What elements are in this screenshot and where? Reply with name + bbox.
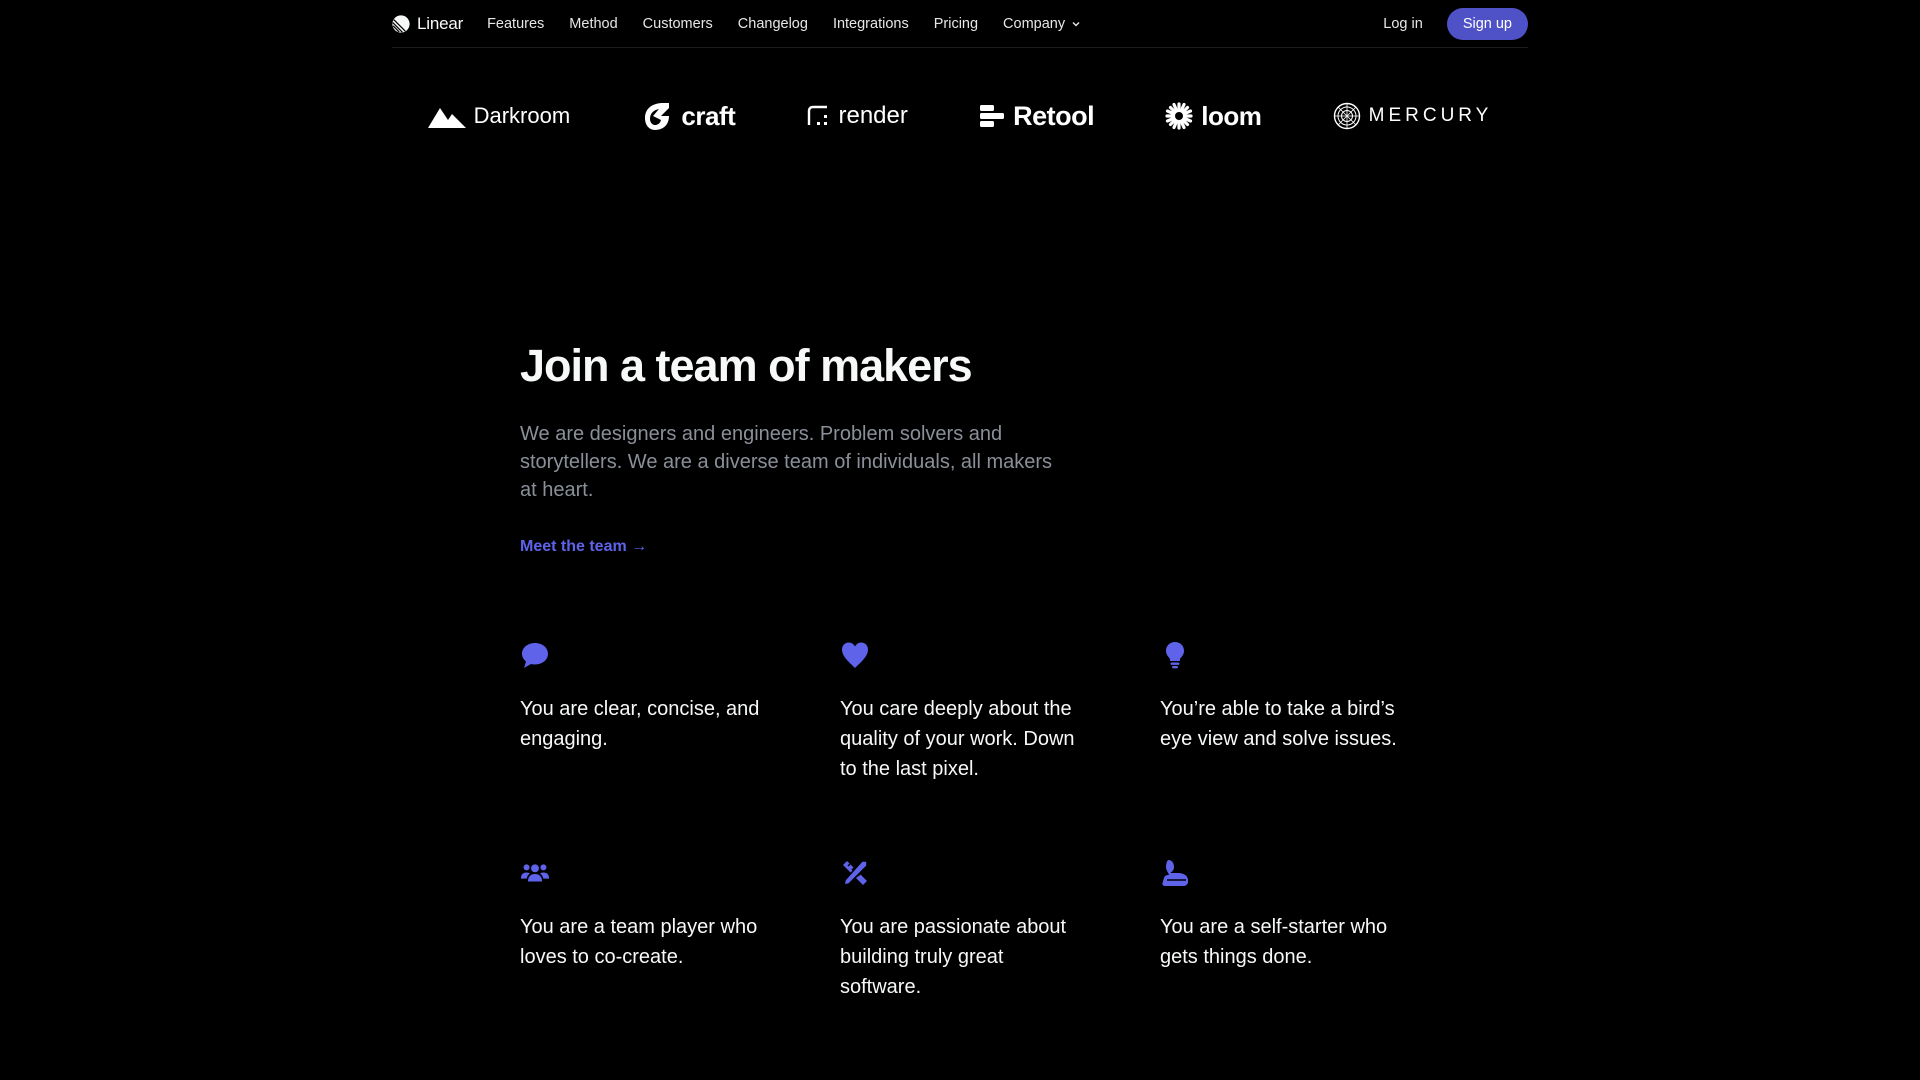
logo-loom: loom [1165, 100, 1262, 132]
nav-link-customers[interactable]: Customers [643, 16, 713, 32]
logo-darkroom: Darkroom [427, 103, 571, 129]
top-nav: Linear Features Method Customers Changel… [392, 0, 1528, 48]
self-starter-icon [1160, 858, 1190, 888]
logo-mercury: MERCURY [1333, 102, 1493, 130]
brand-name: Linear [417, 13, 464, 33]
value-item: You are clear, concise, and engaging. [520, 640, 780, 754]
section-description: We are designers and engineers. Problem … [520, 423, 1053, 501]
heart-icon [840, 640, 870, 670]
value-item: You are a self-starter who gets things d… [1160, 858, 1420, 972]
retool-icon [980, 105, 1005, 127]
nav-link-pricing[interactable]: Pricing [934, 16, 978, 32]
login-link[interactable]: Log in [1383, 16, 1423, 32]
nav-link-features[interactable]: Features [487, 16, 544, 32]
mercury-icon [1333, 102, 1360, 130]
logo-loom-name: loom [1201, 100, 1262, 131]
nav-link-integrations[interactable]: Integrations [833, 16, 909, 32]
nav-links: Features Method Customers Changelog Inte… [487, 16, 1081, 32]
value-item: You are passionate about building truly … [840, 858, 1100, 1002]
logo-darkroom-name: Darkroom [473, 103, 571, 128]
logo-render: render [806, 102, 908, 130]
value-text: You are passionate about building truly … [840, 916, 1067, 998]
nav-link-method[interactable]: Method [569, 16, 617, 32]
team-icon [520, 858, 550, 888]
render-icon [808, 105, 828, 125]
logo-render-name: render [838, 102, 908, 129]
value-text: You are clear, concise, and engaging. [520, 698, 760, 750]
brand-logo[interactable]: Linear [392, 14, 463, 34]
value-item: You are a team player who loves to co-cr… [520, 858, 780, 972]
value-item: You care deeply about the quality of you… [840, 640, 1100, 784]
section-title: Join a team of makers [520, 340, 973, 391]
nav-link-changelog[interactable]: Changelog [738, 16, 808, 32]
chevron-down-icon [1072, 21, 1080, 26]
value-text: You are a team player who loves to co-cr… [520, 916, 758, 968]
lightbulb-icon [1160, 640, 1190, 670]
pencil-ruler-icon [840, 858, 870, 888]
craft-icon [645, 103, 670, 130]
mountain-icon [427, 108, 466, 128]
logo-craft-name: craft [681, 100, 736, 131]
logo-craft: craft [641, 100, 736, 132]
logo-mercury-name: MERCURY [1368, 105, 1493, 126]
nav-link-company-label: Company [1003, 15, 1066, 32]
value-text: You are a self-starter who gets things d… [1160, 916, 1388, 968]
linear-logo-icon [392, 14, 410, 33]
signup-button[interactable]: Sign up [1446, 7, 1528, 40]
chat-bubble-icon [520, 640, 550, 670]
loom-icon [1165, 102, 1193, 130]
nav-actions: Log in Sign up [1383, 7, 1528, 40]
customer-logos: Darkroom craft render Retool loom MERCUR… [392, 96, 1528, 136]
logo-retool: Retool [979, 100, 1095, 132]
logo-retool-name: Retool [1013, 100, 1095, 131]
value-text: You’re able to take a bird’s eye view an… [1160, 698, 1397, 750]
nav-link-company[interactable]: Company [1003, 16, 1081, 32]
value-item: You’re able to take a bird’s eye view an… [1160, 640, 1420, 754]
meet-the-team-link[interactable]: Meet the team → [520, 538, 647, 556]
value-text: You care deeply about the quality of you… [840, 698, 1075, 780]
